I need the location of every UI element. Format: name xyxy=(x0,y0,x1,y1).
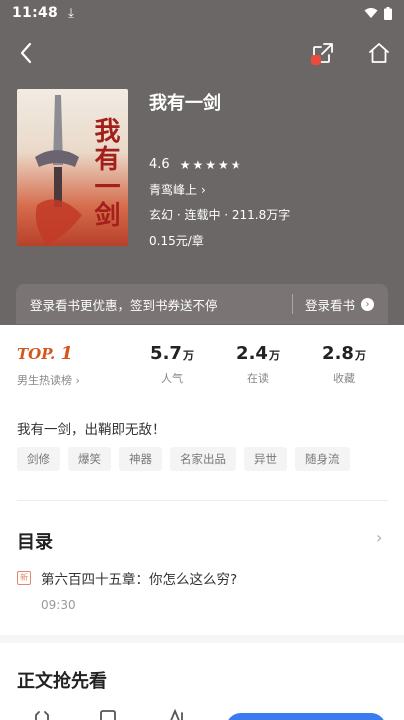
rating-value: 4.6 xyxy=(149,157,170,172)
login-promo-banner[interactable]: 登录看书更优惠，签到书券送不停 登录看书 › xyxy=(16,284,388,324)
section-divider xyxy=(0,635,404,643)
rank-badge[interactable]: TOP. 1 男生热读榜 › xyxy=(17,343,80,388)
author-link[interactable]: 青鸾峰上 › xyxy=(149,181,206,198)
status-time: 11:48 xyxy=(12,5,59,21)
book-price: 0.15元/章 xyxy=(149,234,204,248)
cover-sword-art xyxy=(35,95,82,245)
author-name: 青鸾峰上 xyxy=(149,183,198,197)
listen-icon[interactable] xyxy=(166,709,186,720)
battery-icon xyxy=(384,6,392,20)
stat-popularity-unit: 万 xyxy=(182,349,194,362)
home-icon xyxy=(369,43,389,63)
book-header: 11:48 ⤓ 我有一剑 我有一剑 4.6 ★★★★★ 青鸾峰上 › 玄幻 · … xyxy=(0,0,404,325)
bookshelf-icon[interactable] xyxy=(98,709,118,720)
chevron-right-icon: › xyxy=(201,182,206,197)
book-stats: TOP. 1 男生热读榜 › 5.7万 人气 2.4万 在读 2.8万 收藏 xyxy=(0,325,404,395)
divider xyxy=(17,500,388,501)
chevron-left-icon xyxy=(20,42,32,64)
tag[interactable]: 随身流 xyxy=(295,447,350,471)
stat-popularity: 5.7万 人气 xyxy=(142,343,202,386)
stat-favorites-label: 收藏 xyxy=(333,372,355,385)
book-meta: 玄幻 · 连载中 · 211.8万字 xyxy=(149,208,291,222)
book-title: 我有一剑 xyxy=(149,93,221,114)
stat-reading-label: 在读 xyxy=(247,372,269,385)
banner-divider xyxy=(291,294,293,314)
tag[interactable]: 名家出品 xyxy=(170,447,236,471)
latest-chapter-time: 09:30 xyxy=(41,598,76,612)
tag[interactable]: 神器 xyxy=(119,447,162,471)
arrow-right-circle-icon: › xyxy=(361,297,374,311)
star-icon: ★ xyxy=(217,157,231,172)
latest-chapter[interactable]: 新 第六百四十五章：你怎么这么穷? xyxy=(17,568,237,588)
rank-position: TOP. 1 xyxy=(17,343,80,364)
star-icon: ★ xyxy=(192,157,206,172)
chevron-right-icon[interactable]: › xyxy=(376,528,382,547)
status-bar: 11:48 ⤓ xyxy=(0,0,404,26)
back-button[interactable] xyxy=(12,38,40,68)
preview-heading: 正文抢先看 xyxy=(17,671,107,692)
login-button[interactable]: 登录看书 › xyxy=(305,295,374,314)
login-button-label: 登录看书 xyxy=(304,297,355,313)
home-button[interactable] xyxy=(364,38,394,68)
tag[interactable]: 爆笑 xyxy=(68,447,111,471)
tag[interactable]: 剑修 xyxy=(17,447,60,471)
stat-reading-value: 2.4 xyxy=(236,343,268,364)
read-now-button[interactable] xyxy=(226,713,386,720)
share-button[interactable] xyxy=(308,38,338,68)
rank-top-label: TOP. xyxy=(17,345,56,363)
wifi-icon xyxy=(364,8,378,18)
cover-title: 我有一剑 xyxy=(90,117,120,229)
stat-favorites-unit: 万 xyxy=(354,349,366,362)
star-icon: ★ xyxy=(205,157,218,172)
rating: 4.6 ★★★★★ xyxy=(149,157,244,172)
rank-list-link[interactable]: 男生热读榜 › xyxy=(17,372,80,388)
stat-reading-unit: 万 xyxy=(268,349,280,362)
share-reward-badge xyxy=(311,55,321,65)
chevron-right-icon: › xyxy=(75,374,80,387)
rank-list-name: 男生热读榜 xyxy=(17,374,72,387)
book-cover[interactable]: 我有一剑 xyxy=(17,89,128,246)
stat-favorites-value: 2.8 xyxy=(322,343,354,364)
rank-number: 1 xyxy=(60,343,74,364)
download-book-icon[interactable] xyxy=(32,709,52,720)
stat-reading: 2.4万 在读 xyxy=(228,343,288,386)
download-icon: ⤓ xyxy=(68,5,74,21)
tag-list: 剑修 爆笑 神器 名家出品 异世 随身流 xyxy=(17,447,350,471)
stat-favorites: 2.8万 收藏 xyxy=(314,343,374,386)
latest-chapter-title: 第六百四十五章：你怎么这么穷? xyxy=(41,572,238,588)
stat-popularity-label: 人气 xyxy=(161,372,183,385)
star-icon: ★ xyxy=(179,157,193,172)
login-promo-text: 登录看书更优惠，签到书券送不停 xyxy=(30,297,218,313)
bottom-action-bar xyxy=(0,705,404,720)
half-star-icon: ★ xyxy=(230,157,244,172)
book-description[interactable]: 我有一剑，出鞘即无敌！ xyxy=(17,418,166,438)
toc-heading[interactable]: 目录 xyxy=(17,528,53,554)
stat-popularity-value: 5.7 xyxy=(150,343,182,364)
new-badge: 新 xyxy=(17,571,31,585)
rating-stars: ★★★★★ xyxy=(180,158,244,172)
tag[interactable]: 异世 xyxy=(244,447,287,471)
